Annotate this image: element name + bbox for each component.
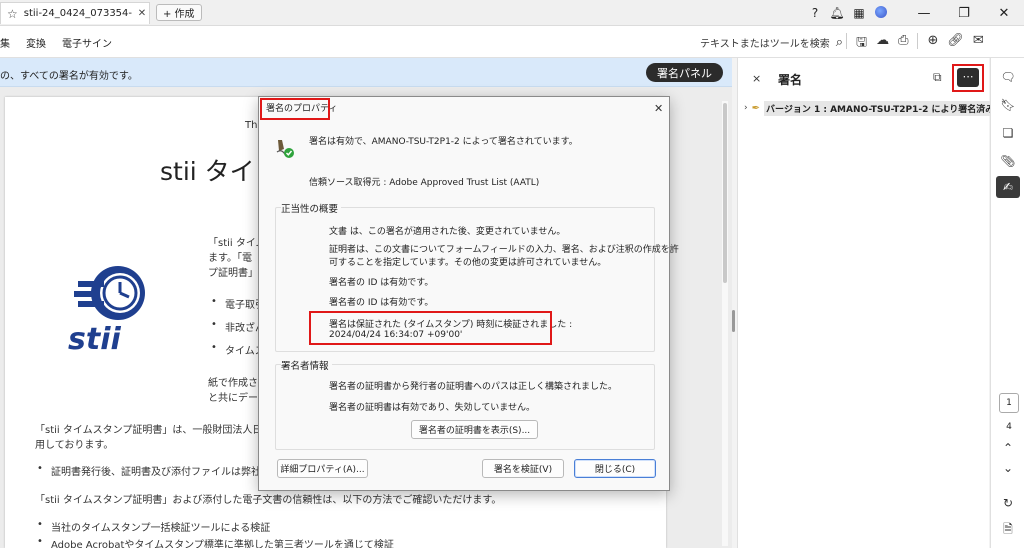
verify-signature-button[interactable]: 署名を検証(V) xyxy=(482,459,564,478)
attachment-icon[interactable]: 📎︎ xyxy=(1000,154,1016,168)
bell-icon[interactable]: 🔔︎ xyxy=(826,6,848,20)
app-toolbar: 集 変換 電子サイン テキストまたはツールを検索 ⌕ 🖫 ☁ ⎙ ⊕ 🔗︎ ✉ xyxy=(0,26,1024,58)
advanced-properties-button[interactable]: 詳細プロパティ(A)... xyxy=(277,459,368,478)
validity-line-1: 文書 は、この署名が適用された後、変更されていません。 xyxy=(329,227,566,237)
doc-para2-line-1: 紙で作成さ xyxy=(208,378,258,389)
signer-info-label: 署名者情報 xyxy=(281,358,332,372)
copy-icon[interactable]: ⧉ xyxy=(933,70,942,85)
validity-line-4: 署名者の ID は有効です。 xyxy=(329,278,434,288)
minimize-button[interactable]: — xyxy=(904,6,944,21)
signer-line-2: 署名者の証明書は有効であり、失効していません。 xyxy=(329,403,536,413)
doc-bullet3-1: 当社のタイムスタンプ一括検証ツールによる検証 xyxy=(37,519,270,534)
print-icon[interactable]: ⎙ xyxy=(898,33,908,55)
search-icon[interactable]: ⌕ xyxy=(836,35,843,50)
doc-title: stii タイ xyxy=(160,157,255,186)
show-signer-certificate-button[interactable]: 署名者の証明書を表示(S)... xyxy=(411,420,538,439)
panel-close-icon[interactable]: × xyxy=(752,72,761,85)
apps-grid-icon[interactable]: ▦ xyxy=(848,6,870,20)
signature-message-bar: の、すべての署名が有効です。 署名パネル xyxy=(0,58,732,87)
tab-close-icon[interactable]: ✕ xyxy=(138,8,146,19)
page-total: 4 xyxy=(1006,422,1012,432)
star-icon[interactable]: ☆ xyxy=(7,7,18,21)
tab-title: stii-24_0424_073354-v... xyxy=(23,8,132,19)
toolbar-divider xyxy=(846,33,847,49)
validity-summary-label: 正当性の概要 xyxy=(281,201,342,215)
right-tool-rail: 🗨︎ 🔖︎ ❏ 📎︎ ✍ 1 4 ⌃ ⌄ ↻ 🗎 xyxy=(990,58,1024,548)
save-icon[interactable]: 🖫 xyxy=(856,33,867,55)
toolbar-icons: 🖫 ☁ ⎙ ⊕ 🔗︎ ✉ xyxy=(846,33,984,55)
page-info-icon[interactable]: 🗎 xyxy=(1000,520,1016,541)
help-icon[interactable]: ? xyxy=(804,6,826,20)
validity-line-2: 証明者は、この文書についてフォームフィールドの入力、署名、および注釈の作成を許 xyxy=(329,245,679,255)
signer-line-1: 署名者の証明書から発行者の証明書へのパスは正しく構築されました。 xyxy=(329,382,618,392)
restore-button[interactable]: ❐ xyxy=(944,6,984,21)
logo-text: stii xyxy=(68,322,121,357)
signature-tree-item[interactable]: › ✒ バージョン 1 : AMANO-TSU-T2P1-2 により署名済み xyxy=(744,100,990,116)
validity-line-5: 署名者の ID は有効です。 xyxy=(329,298,434,308)
doc-para2-line-2: と共にデー xyxy=(208,393,258,404)
window-close-button[interactable]: ✕ xyxy=(984,6,1024,21)
panel-resize-handle[interactable] xyxy=(732,310,735,332)
doc-para3-line-1: 「stii タイムスタンプ証明書」は、一般財団法人日 xyxy=(35,425,263,436)
title-bar: ☆ stii-24_0424_073354-v... ✕ + 作成 ? 🔔︎ ▦… xyxy=(0,0,1024,26)
signature-panel-button[interactable]: 署名パネル xyxy=(646,63,723,82)
bookmark-icon[interactable]: 🔖︎ xyxy=(1000,98,1016,112)
menu-item-convert[interactable]: 変換 xyxy=(26,35,46,50)
doc-intro-line-2: ます。「電 xyxy=(208,253,252,264)
stii-logo: stii xyxy=(68,266,145,357)
highlight-box xyxy=(260,98,330,120)
comment-icon[interactable]: 🗨︎ xyxy=(1000,70,1016,84)
panel-title: 署名 xyxy=(778,73,803,87)
tool-search[interactable]: テキストまたはツールを検索 ⌕ xyxy=(700,35,843,50)
menu-item-edit[interactable]: 集 xyxy=(0,35,10,50)
page-number-input[interactable]: 1 xyxy=(999,393,1019,413)
dialog-close-icon[interactable]: ✕ xyxy=(654,102,663,115)
doc-intro-line-3: プ証明書」 xyxy=(208,268,258,279)
valid-signature-icon xyxy=(276,140,294,158)
chevron-up-icon[interactable]: ⌃ xyxy=(1000,441,1016,455)
validity-line-3: 可することを指定しています。その他の変更は許可されていません。 xyxy=(329,258,607,268)
menu-bar: 集 変換 電子サイン xyxy=(0,35,112,50)
signature-status-text: 署名は有効で、AMANO-TSU-T2P1-2 によって署名されています。 xyxy=(309,137,578,147)
highlight-box xyxy=(952,64,984,92)
signature-status-message: の、すべての署名が有効です。 xyxy=(0,71,138,82)
document-scrollbar[interactable] xyxy=(722,101,728,546)
refresh-icon[interactable]: ↻ xyxy=(1000,496,1016,510)
signature-panel: × 署名 ⧉ ⋯ › ✒ バージョン 1 : AMANO-TSU-T2P1-2 … xyxy=(737,58,990,548)
mail-icon[interactable]: ✉ xyxy=(973,33,984,55)
highlight-box xyxy=(309,311,552,345)
close-dialog-button[interactable]: 閉じる(C) xyxy=(574,459,656,478)
signature-pen-icon: ✒ xyxy=(751,102,760,114)
signature-properties-dialog: 署名のプロパティ ✕ 署名は有効で、AMANO-TSU-T2P1-2 によって署… xyxy=(258,96,679,491)
doc-bullet3-2: Adobe Acrobatやタイムスタンプ標準に準拠した第三者ツールを通じて検証 xyxy=(37,536,394,548)
tool-search-label: テキストまたはツールを検索 xyxy=(700,39,830,50)
trust-source-text: 信頼ソース取得元 : Adobe Approved Trust List (AA… xyxy=(309,178,540,188)
toolbar-divider xyxy=(917,33,919,49)
new-tab-button[interactable]: + 作成 xyxy=(156,4,202,21)
pages-icon[interactable]: ❏ xyxy=(1000,126,1016,140)
scroll-thumb[interactable] xyxy=(723,103,727,283)
chevron-down-icon[interactable]: ⌄ xyxy=(1000,461,1016,475)
profile-avatar-icon[interactable] xyxy=(870,5,892,21)
signature-tool-icon[interactable]: ✍ xyxy=(996,176,1020,198)
browser-tab[interactable]: ☆ stii-24_0424_073354-v... ✕ xyxy=(0,2,150,24)
signature-item-label: バージョン 1 : AMANO-TSU-T2P1-2 により署名済み xyxy=(764,100,990,116)
upload-cloud-icon[interactable]: ☁ xyxy=(876,33,889,55)
menu-item-esign[interactable]: 電子サイン xyxy=(62,35,112,50)
window-controls: ? 🔔︎ ▦ — ❐ ✕ xyxy=(804,0,1024,26)
doc-para4: 「stii タイムスタンプ証明書」および添付した電子文書の信頼性は、以下の方法で… xyxy=(35,495,502,506)
share-user-icon[interactable]: ⊕ xyxy=(927,33,938,55)
chevron-right-icon[interactable]: › xyxy=(744,103,748,113)
doc-para3-line-2: 用しております。 xyxy=(35,440,114,451)
link-icon[interactable]: 🔗︎ xyxy=(947,33,964,55)
doc-bullet2: 証明書発行後、証明書及び添付ファイルは弊社 xyxy=(37,463,261,478)
